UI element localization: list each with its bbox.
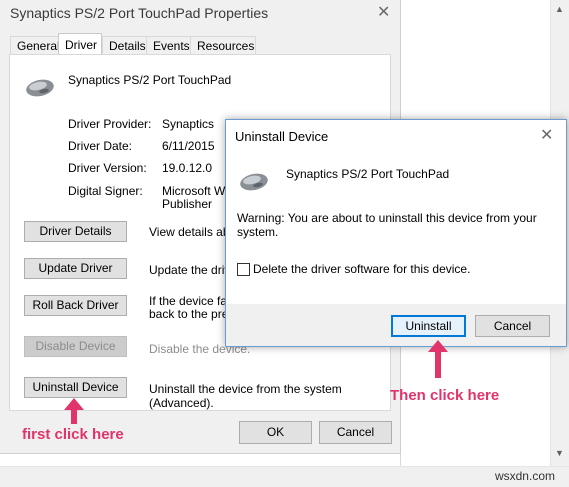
uninstall-dialog: Uninstall Device ✕ Synaptics PS/2 Port T…: [225, 119, 567, 347]
close-icon[interactable]: ✕: [540, 125, 553, 145]
tab-driver[interactable]: Driver: [58, 33, 102, 56]
close-icon[interactable]: ✕: [377, 2, 390, 22]
uninstall-device-name: Synaptics PS/2 Port TouchPad: [286, 167, 450, 181]
scroll-down-icon[interactable]: ▼: [555, 448, 564, 458]
up-arrow-icon: [62, 398, 86, 429]
driver-details-button[interactable]: Driver Details: [24, 221, 127, 242]
uninstall-dialog-body: Synaptics PS/2 Port TouchPad Warning: Yo…: [226, 152, 566, 304]
provider-label: Driver Provider:: [68, 117, 152, 131]
uninstall-warning: Warning: You are about to uninstall this…: [237, 211, 537, 239]
touchpad-mouse-icon: [24, 77, 56, 102]
up-arrow-icon: [426, 340, 450, 383]
signer-value: Microsoft Win: [162, 184, 235, 198]
properties-title: Synaptics PS/2 Port TouchPad Properties: [10, 5, 269, 21]
touchpad-mouse-icon: [238, 171, 270, 196]
annotation-then: Then click here: [390, 387, 500, 404]
uninstall-button[interactable]: Uninstall: [391, 315, 466, 337]
scroll-up-icon[interactable]: ▲: [555, 4, 564, 14]
update-driver-desc: Update the drive: [149, 263, 238, 277]
signer-value-publisher: Publisher: [162, 197, 213, 211]
driver-details-desc: View details abo: [149, 225, 237, 239]
uninstall-device-desc: Uninstall the device from the system (Ad…: [149, 382, 342, 410]
uninstall-dialog-header: Uninstall Device ✕: [226, 120, 566, 152]
version-label: Driver Version:: [68, 161, 147, 175]
modal-cancel-button[interactable]: Cancel: [475, 315, 550, 337]
status-strip: [0, 466, 569, 487]
uninstall-dialog-title: Uninstall Device: [235, 129, 329, 144]
cancel-button[interactable]: Cancel: [319, 421, 392, 444]
disable-device-button[interactable]: Disable Device: [24, 336, 127, 357]
device-name: Synaptics PS/2 Port TouchPad: [68, 73, 232, 87]
update-driver-button[interactable]: Update Driver: [24, 258, 127, 279]
tab-details[interactable]: Details: [102, 36, 148, 55]
signer-label: Digital Signer:: [68, 184, 143, 198]
tab-resources[interactable]: Resources: [190, 36, 256, 55]
roll-back-driver-button[interactable]: Roll Back Driver: [24, 295, 127, 316]
roll-back-desc-2: back to the prev: [149, 307, 235, 321]
date-value: 6/11/2015: [162, 139, 215, 153]
watermark: wsxdn.com: [494, 469, 555, 483]
provider-value: Synaptics: [162, 117, 215, 131]
tab-events[interactable]: Events: [146, 36, 192, 55]
ok-button[interactable]: OK: [239, 421, 312, 444]
date-label: Driver Date:: [68, 139, 133, 153]
delete-driver-label[interactable]: Delete the driver software for this devi…: [253, 262, 470, 276]
version-value: 19.0.12.0: [162, 161, 213, 175]
delete-driver-checkbox[interactable]: [237, 263, 250, 276]
annotation-first: first click here: [22, 426, 124, 443]
tab-general[interactable]: General: [10, 36, 60, 55]
uninstall-device-button[interactable]: Uninstall Device: [24, 377, 127, 398]
